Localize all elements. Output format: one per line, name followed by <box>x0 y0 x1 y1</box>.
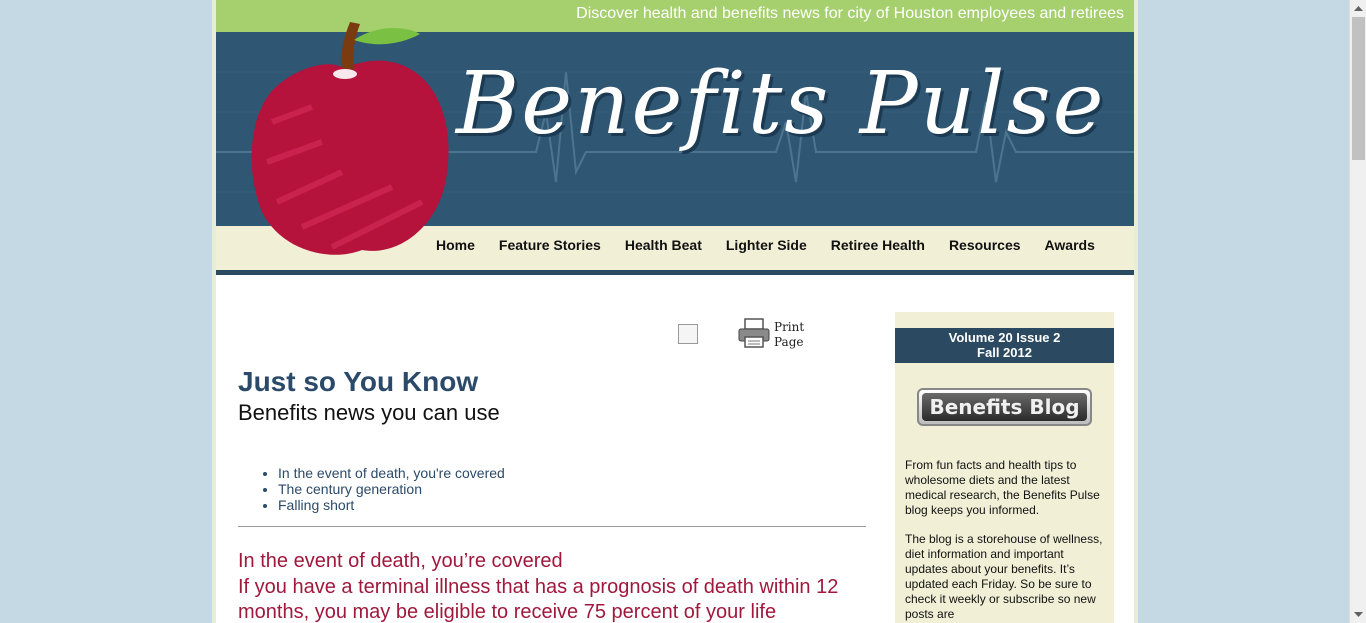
nav-divider <box>216 270 1134 275</box>
nav-resources[interactable]: Resources <box>949 237 1021 253</box>
page-title: Just so You Know <box>238 366 479 397</box>
scroll-down-arrow-icon[interactable] <box>1350 606 1366 623</box>
scrollbar-thumb[interactable] <box>1352 17 1365 160</box>
printer-icon <box>738 318 770 348</box>
article-heading: In the event of death, you’re covered <box>238 550 563 572</box>
article-body: If you have a terminal illness that has … <box>238 576 839 623</box>
apple-logo-icon[interactable] <box>242 12 452 264</box>
sidebar-intro-text: From fun facts and health tips to wholes… <box>905 458 1100 517</box>
nav-retiree-health[interactable]: Retiree Health <box>831 237 925 253</box>
vertical-scrollbar[interactable] <box>1349 0 1366 623</box>
toc-link-death-coverage[interactable]: In the event of death, you're covered <box>278 465 505 481</box>
toc-link-falling-short[interactable]: Falling short <box>278 497 505 513</box>
nav-items: Home Feature Stories Health Beat Lighter… <box>436 237 1095 253</box>
sidebar: Volume 20 Issue 2 Fall 2012 Benefits Blo… <box>895 312 1114 623</box>
nav-lighter-side[interactable]: Lighter Side <box>726 237 807 253</box>
benefits-blog-button[interactable]: Benefits Blog <box>917 388 1092 426</box>
nav-feature-stories[interactable]: Feature Stories <box>499 237 601 253</box>
sidebar-blog-text: The blog is a storehouse of wellness, di… <box>905 532 1103 621</box>
nav-health-beat[interactable]: Health Beat <box>625 237 702 253</box>
page-container: Discover health and benefits news for ci… <box>212 0 1138 623</box>
scroll-up-arrow-icon[interactable] <box>1350 0 1366 17</box>
content-divider <box>238 526 866 527</box>
issue-season: Fall 2012 <box>977 345 1032 360</box>
toc-link-century-generation[interactable]: The century generation <box>278 481 505 497</box>
print-page-label: Print Page <box>774 320 805 349</box>
issue-volume: Volume 20 Issue 2 <box>948 330 1061 345</box>
broken-image-icon <box>678 324 698 344</box>
print-page-button[interactable]: Print Page <box>738 318 818 352</box>
issue-badge: Volume 20 Issue 2 Fall 2012 <box>895 328 1114 363</box>
site-logo-text: Benefits Pulse <box>456 54 1106 154</box>
site-tagline: Discover health and benefits news for ci… <box>576 5 1124 22</box>
page-subtitle: Benefits news you can use <box>238 400 500 425</box>
benefits-blog-label: Benefits Blog <box>922 393 1087 421</box>
nav-awards[interactable]: Awards <box>1045 237 1095 253</box>
article-toc: In the event of death, you're covered Th… <box>278 465 505 513</box>
